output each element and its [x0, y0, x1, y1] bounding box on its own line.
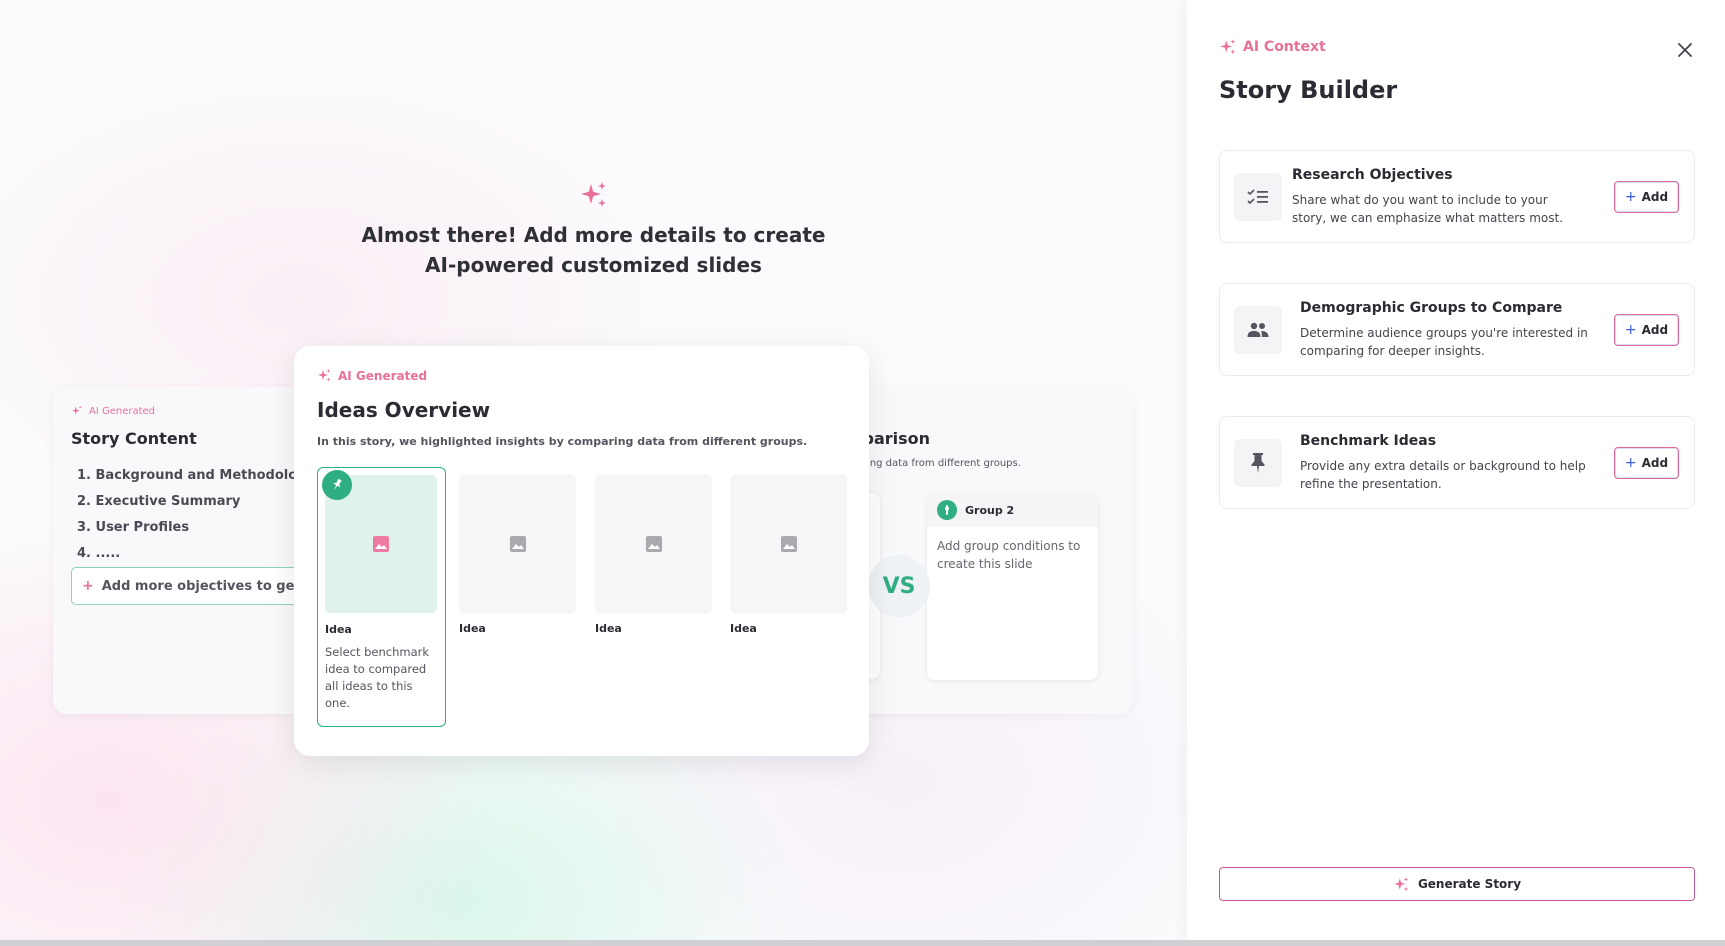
ideas-overview-card: AI Generated Ideas Overview In this stor…: [294, 346, 869, 756]
hero-title-line-2: AI-powered customized slides: [425, 253, 762, 277]
pin-icon: [1234, 439, 1282, 487]
demographic-groups-section: Demographic Groups to Compare Determine …: [1219, 283, 1695, 376]
bottom-scrollbar[interactable]: [0, 940, 1725, 946]
group-2-box: Group 2 Add group conditions to create t…: [927, 493, 1098, 680]
idea-label: Idea: [730, 622, 757, 635]
sparkle-icon: [318, 369, 331, 382]
vs-badge: VS: [868, 555, 930, 617]
list-item: 1. Background and Methodology: [77, 468, 315, 483]
sparkle-icon: [1220, 39, 1236, 55]
generate-story-button[interactable]: Generate Story: [1219, 867, 1695, 901]
add-button-label: Add: [1641, 190, 1669, 204]
list-item: 4. .....: [77, 546, 121, 561]
list-item: 3. User Profiles: [77, 520, 190, 535]
story-builder-panel: AI Context Story Builder Research Object…: [1187, 0, 1725, 946]
sparkle-icon: [580, 182, 606, 207]
plus-icon: +: [1624, 189, 1637, 205]
section-title: Benchmark Ideas: [1300, 433, 1437, 449]
section-description: Determine audience groups you're interes…: [1300, 326, 1588, 358]
idea-card[interactable]: Idea: [595, 474, 712, 635]
add-button-label: Add: [1641, 323, 1669, 337]
plus-icon: +: [1624, 455, 1637, 471]
section-title: Research Objectives: [1292, 167, 1453, 183]
image-icon: [509, 536, 526, 552]
people-icon: [1234, 306, 1282, 354]
story-outline-list: 1. Background and Methodology 2. Executi…: [77, 463, 315, 567]
idea-label: Idea: [325, 623, 352, 636]
pin-icon: [322, 470, 352, 500]
benchmark-ideas-section: Benchmark Ideas Provide any extra detail…: [1219, 416, 1695, 509]
group-2-name: Group 2: [965, 503, 1015, 517]
panel-title: Story Builder: [1219, 76, 1398, 104]
hero-title-line-1: Almost there! Add more details to create: [361, 223, 826, 247]
sparkle-icon: [1394, 876, 1409, 891]
ai-generated-label: AI Generated: [89, 405, 156, 417]
add-benchmark-ideas-button[interactable]: + Add: [1614, 447, 1679, 479]
group-2-hint: Add group conditions to create this slid…: [937, 539, 1081, 571]
ai-generated-label: AI Generated: [338, 368, 428, 383]
idea-label: Idea: [459, 622, 486, 635]
hero: Almost there! Add more details to create…: [0, 180, 1187, 280]
checklist-icon: [1234, 173, 1282, 221]
plus-icon: +: [1624, 322, 1637, 338]
section-title: Demographic Groups to Compare: [1300, 300, 1563, 316]
ai-generated-tag: AI Generated: [317, 368, 427, 383]
idea-thumbnail: [730, 474, 847, 614]
ideas-overview-title: Ideas Overview: [317, 398, 491, 422]
idea-label: Idea: [595, 622, 622, 635]
idea-card[interactable]: Idea: [730, 474, 847, 635]
benchmark-idea-hint: Select benchmark idea to compared all id…: [325, 645, 430, 710]
image-icon: [645, 536, 662, 552]
idea-thumbnail: [595, 474, 712, 614]
add-research-objectives-button[interactable]: + Add: [1614, 181, 1679, 213]
image-icon: [373, 536, 389, 552]
generate-story-label: Generate Story: [1417, 877, 1522, 891]
idea-thumbnail: [459, 474, 576, 614]
list-item: 2. Executive Summary: [77, 494, 241, 509]
sparkle-icon: [71, 405, 82, 415]
benchmark-idea-card[interactable]: Idea Select benchmark idea to compared a…: [317, 467, 446, 727]
canvas-area: Almost there! Add more details to create…: [0, 0, 1187, 946]
plus-icon: +: [82, 578, 94, 594]
research-objectives-section: Research Objectives Share what do you wa…: [1219, 150, 1695, 243]
add-button-label: Add: [1641, 456, 1669, 470]
close-button[interactable]: [1673, 38, 1697, 62]
story-content-title: Story Content: [71, 429, 197, 448]
ai-generated-tag: AI Generated: [71, 405, 155, 417]
close-icon: [1678, 43, 1692, 57]
group-2-header: Group 2: [927, 493, 1098, 527]
section-description: Share what do you want to include to you…: [1292, 193, 1564, 225]
image-icon: [780, 536, 797, 552]
group-marker-icon: [937, 500, 957, 520]
add-demographic-groups-button[interactable]: + Add: [1614, 314, 1679, 346]
section-description: Provide any extra details or background …: [1300, 459, 1586, 491]
ideas-overview-description: In this story, we highlighted insights b…: [317, 435, 808, 448]
idea-card[interactable]: Idea: [459, 474, 576, 635]
ai-context-tag: AI Context: [1219, 38, 1326, 56]
ai-context-label: AI Context: [1243, 39, 1326, 55]
